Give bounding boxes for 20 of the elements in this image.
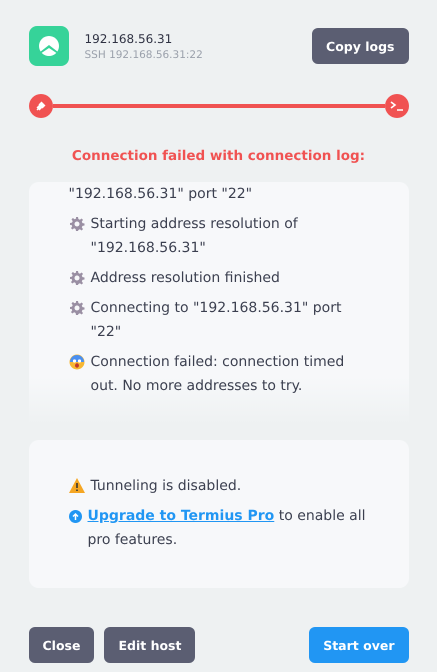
scared-face-icon — [68, 354, 84, 370]
close-button[interactable]: Close — [28, 627, 94, 663]
log-entry: Connection failed: connection timed out. No more addresses to try. — [90, 353, 346, 396]
host-address: SSH 192.168.56.31:22 — [84, 48, 204, 60]
log-entry: "192.168.56.31" port "22" — [68, 185, 252, 204]
edit-host-button[interactable]: Edit host — [104, 627, 196, 663]
error-message: Connection failed with connection log: — [70, 148, 366, 164]
arrow-up-circle-icon — [68, 510, 82, 523]
log-entry: Connecting to "192.168.56.31" port "22" — [90, 299, 342, 342]
log-entry: Address resolution finished — [90, 269, 280, 288]
gear-icon — [68, 300, 84, 316]
copy-logs-button[interactable]: Copy logs — [312, 28, 408, 64]
log-entry: Starting address resolution of "192.168.56.31" — [90, 215, 299, 258]
app-logo — [28, 26, 68, 66]
upgrade-text: Upgrade to Termius Pro to enable all pro features. — [88, 507, 366, 550]
warning-icon — [68, 478, 84, 493]
gear-icon — [68, 270, 84, 286]
gear-icon — [68, 216, 84, 232]
warning-text: Tunneling is disabled. — [90, 478, 242, 494]
host-name: 192.168.56.31 — [84, 32, 174, 46]
